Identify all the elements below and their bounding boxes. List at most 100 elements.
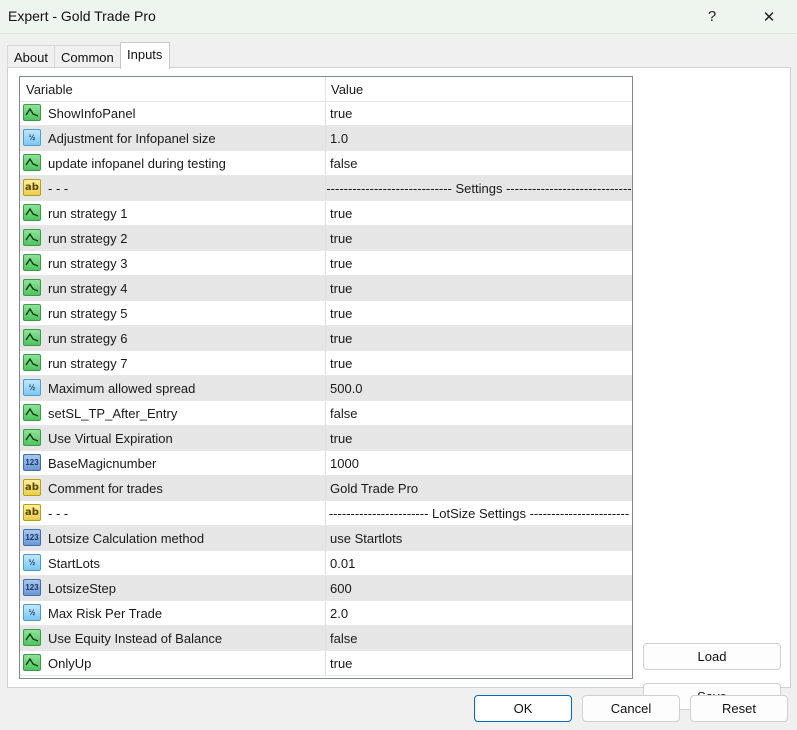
variable-cell: run strategy 3 xyxy=(20,251,326,275)
boolean-icon xyxy=(23,204,41,221)
double-icon: ½ xyxy=(23,129,41,146)
value-cell[interactable]: Gold Trade Pro xyxy=(330,481,418,496)
tab-inputs[interactable]: Inputs xyxy=(120,42,170,69)
value-cell[interactable]: true xyxy=(330,331,352,346)
value-cell[interactable]: true xyxy=(330,281,352,296)
grid-rows: ShowInfoPanel true ½ Adjustment for Infopan… xyxy=(20,101,632,676)
table-row[interactable]: ShowInfoPanel true xyxy=(20,101,632,126)
boolean-icon xyxy=(23,104,41,121)
value-cell[interactable]: false xyxy=(330,406,357,421)
boolean-icon xyxy=(23,429,41,446)
variable-name: Use Equity Instead of Balance xyxy=(48,631,223,646)
icon-glyph: ½ xyxy=(28,608,36,617)
value-cell[interactable]: 2.0 xyxy=(330,606,348,621)
variable-name: BaseMagicnumber xyxy=(48,456,157,471)
table-row[interactable]: 123 Lotsize Calculation method use Startlo… xyxy=(20,526,632,551)
table-row[interactable]: ab - - - ----------------------------- Set… xyxy=(20,176,632,201)
variable-cell: ShowInfoPanel xyxy=(20,101,326,125)
variable-cell: run strategy 4 xyxy=(20,276,326,300)
variable-cell: update infopanel during testing xyxy=(20,151,326,175)
table-row[interactable]: ½ Max Risk Per Trade 2.0 xyxy=(20,601,632,626)
icon-glyph: ½ xyxy=(28,558,36,567)
value-cell[interactable]: ----------------------------- Settings -… xyxy=(326,181,632,196)
cancel-button[interactable]: Cancel xyxy=(582,695,680,722)
double-icon: ½ xyxy=(23,604,41,621)
icon-glyph: ½ xyxy=(28,383,36,392)
value-cell[interactable]: true xyxy=(330,231,352,246)
table-row[interactable]: 123 BaseMagicnumber 1000 xyxy=(20,451,632,476)
table-row[interactable]: run strategy 5 true xyxy=(20,301,632,326)
table-row[interactable]: ½ StartLots 0.01 xyxy=(20,551,632,576)
variable-cell: run strategy 6 xyxy=(20,326,326,350)
value-cell[interactable]: 500.0 xyxy=(330,381,363,396)
value-cell[interactable]: true xyxy=(330,656,352,671)
value-cell[interactable]: false xyxy=(330,631,357,646)
value-cell[interactable]: true xyxy=(330,206,352,221)
value-cell[interactable]: true xyxy=(330,106,352,121)
variable-cell: ab Comment for trades xyxy=(20,476,326,500)
value-cell[interactable]: use Startlots xyxy=(330,531,402,546)
close-icon: ✕ xyxy=(762,8,776,26)
table-row[interactable]: run strategy 4 true xyxy=(20,276,632,301)
double-icon: ½ xyxy=(23,379,41,396)
table-row[interactable]: OnlyUp true xyxy=(20,651,632,676)
dialog-body: About Common Inputs Variable Value ShowI… xyxy=(0,34,797,730)
table-row[interactable]: run strategy 2 true xyxy=(20,226,632,251)
table-row[interactable]: setSL_TP_After_Entry false xyxy=(20,401,632,426)
value-cell[interactable]: 600 xyxy=(330,581,352,596)
table-row[interactable]: Use Virtual Expiration true xyxy=(20,426,632,451)
string-icon: ab xyxy=(23,179,41,196)
table-row[interactable]: ½ Maximum allowed spread 500.0 xyxy=(20,376,632,401)
string-icon: ab xyxy=(23,504,41,521)
variable-cell: run strategy 7 xyxy=(20,351,326,375)
boolean-icon xyxy=(23,629,41,646)
variable-cell: OnlyUp xyxy=(20,651,326,675)
value-cell[interactable]: true xyxy=(330,306,352,321)
table-row[interactable]: ab Comment for trades Gold Trade Pro xyxy=(20,476,632,501)
variable-cell: ½ Maximum allowed spread xyxy=(20,376,326,400)
reset-button[interactable]: Reset xyxy=(690,695,788,722)
table-row[interactable]: run strategy 3 true xyxy=(20,251,632,276)
boolean-icon xyxy=(23,304,41,321)
variable-name: run strategy 6 xyxy=(48,331,128,346)
variable-name: Lotsize Calculation method xyxy=(48,531,205,546)
ok-button[interactable]: OK xyxy=(474,695,572,722)
icon-glyph: ab xyxy=(25,482,39,493)
value-cell[interactable]: 1000 xyxy=(330,456,359,471)
table-row[interactable]: run strategy 7 true xyxy=(20,351,632,376)
value-cell[interactable]: true xyxy=(330,356,352,371)
table-row[interactable]: run strategy 1 true xyxy=(20,201,632,226)
variable-name: StartLots xyxy=(48,556,101,571)
table-row[interactable]: Use Equity Instead of Balance false xyxy=(20,626,632,651)
value-cell[interactable]: true xyxy=(330,256,352,271)
column-header-variable[interactable]: Variable xyxy=(26,82,73,97)
value-cell[interactable]: true xyxy=(330,431,352,446)
inputs-grid: Variable Value ShowInfoPanel true ½ Adjustm… xyxy=(19,76,633,679)
table-row[interactable]: ab - - - ----------------------- LotSize S… xyxy=(20,501,632,526)
boolean-icon xyxy=(23,654,41,671)
boolean-icon xyxy=(23,254,41,271)
tab-common[interactable]: Common xyxy=(54,45,121,68)
column-divider[interactable] xyxy=(325,77,326,101)
value-cell[interactable]: 1.0 xyxy=(330,131,348,146)
close-button[interactable]: ✕ xyxy=(744,0,794,33)
table-row[interactable]: run strategy 6 true xyxy=(20,326,632,351)
variable-name: run strategy 3 xyxy=(48,256,128,271)
variable-name: OnlyUp xyxy=(48,656,92,671)
value-cell[interactable]: false xyxy=(330,156,357,171)
integer-icon: 123 xyxy=(23,579,41,596)
table-row[interactable]: update infopanel during testing false xyxy=(20,151,632,176)
variable-name: run strategy 2 xyxy=(48,231,128,246)
value-cell[interactable]: 0.01 xyxy=(330,556,355,571)
value-cell[interactable]: ----------------------- LotSize Settings… xyxy=(326,506,632,521)
variable-name: run strategy 7 xyxy=(48,356,128,371)
variable-name: LotsizeStep xyxy=(48,581,116,596)
load-button[interactable]: Load xyxy=(643,643,781,670)
table-row[interactable]: 123 LotsizeStep 600 xyxy=(20,576,632,601)
help-button[interactable]: ? xyxy=(687,0,737,33)
variable-name: Use Virtual Expiration xyxy=(48,431,173,446)
tab-about[interactable]: About xyxy=(7,45,55,68)
column-header-value[interactable]: Value xyxy=(331,82,363,97)
table-row[interactable]: ½ Adjustment for Infopanel size 1.0 xyxy=(20,126,632,151)
variable-name: setSL_TP_After_Entry xyxy=(48,406,178,421)
